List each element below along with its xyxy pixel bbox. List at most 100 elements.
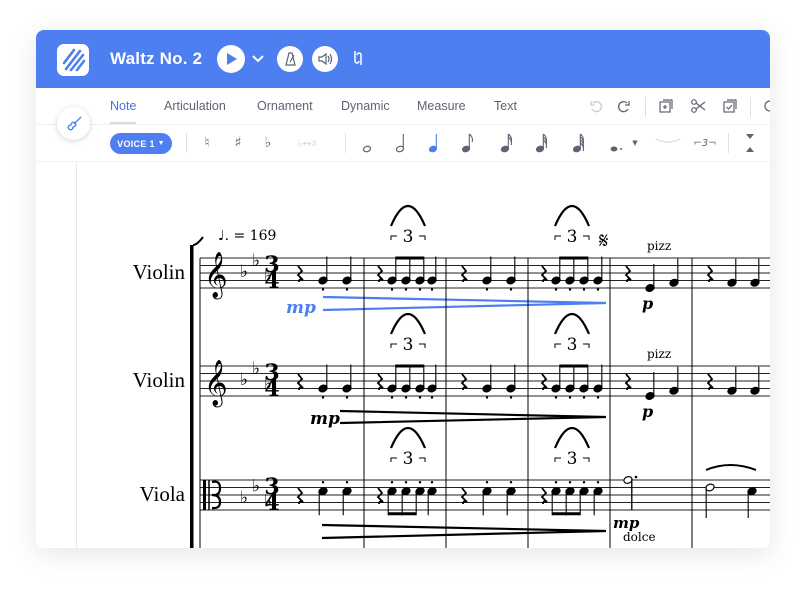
staccato-dot — [596, 288, 600, 291]
note[interactable] — [593, 364, 603, 399]
tuplet-slur — [553, 313, 591, 335]
note[interactable] — [482, 256, 492, 291]
note[interactable] — [579, 256, 589, 291]
score-canvas[interactable]: ♩. = 169 Violin Violin Viola mp mp mp do… — [36, 30, 770, 548]
quarter-rest-icon — [460, 265, 468, 283]
staccato-dot — [404, 396, 408, 399]
note[interactable] — [623, 475, 638, 510]
quarter-rest-icon — [624, 265, 632, 283]
dynamic-p[interactable]: p — [642, 402, 653, 421]
note[interactable] — [427, 256, 437, 291]
staff-label-violin-2[interactable]: Violin — [133, 368, 186, 392]
pizz-marking[interactable]: pizz — [647, 239, 671, 253]
staccato-dot — [596, 396, 600, 399]
quarter-rest-icon — [540, 373, 548, 391]
note[interactable] — [565, 256, 575, 291]
tuplet-number: 3 — [567, 449, 578, 469]
quarter-rest-icon — [624, 373, 632, 391]
dynamic-mp-selected[interactable]: mp — [286, 298, 316, 318]
staccato-dot — [321, 396, 325, 399]
staccato-dot — [554, 481, 558, 484]
note[interactable] — [506, 364, 516, 399]
tuplet-number: 3 — [567, 335, 578, 355]
beam — [388, 512, 417, 516]
pizz-marking[interactable]: pizz — [647, 347, 671, 361]
quarter-rest-icon — [706, 265, 714, 283]
tuplet-number: 3 — [567, 227, 578, 247]
flat-accidental: ♭ — [252, 251, 260, 271]
quarter-rest-icon — [296, 265, 304, 283]
note[interactable] — [593, 256, 603, 291]
treble-clef-icon: 𝄞 — [204, 252, 228, 300]
tuplet-slur — [389, 427, 427, 449]
staff-label-violin-1[interactable]: Violin — [133, 260, 186, 284]
staccato-dot — [582, 396, 586, 399]
tempo-marking[interactable]: ♩. = 169 — [218, 228, 276, 244]
staccato-dot — [509, 396, 513, 399]
staccato-dot — [596, 481, 600, 484]
time-signature-denominator: 4 — [264, 490, 279, 516]
quarter-rest-icon — [540, 265, 548, 283]
quarter-rest-icon — [376, 265, 384, 283]
segno-sign[interactable]: 𝄋 — [599, 229, 608, 254]
staccato-dot — [390, 481, 394, 484]
quarter-rest-icon — [706, 373, 714, 391]
quarter-rest-icon — [376, 487, 384, 505]
flat-accidental: ♭ — [240, 488, 248, 508]
note[interactable] — [318, 364, 328, 399]
augmentation-dot — [634, 475, 638, 479]
note[interactable] — [565, 364, 575, 399]
staccato-dot — [509, 481, 513, 484]
staccato-dot — [485, 288, 489, 291]
note[interactable] — [342, 256, 352, 291]
note[interactable] — [551, 364, 561, 399]
note[interactable] — [415, 256, 425, 291]
staccato-dot — [345, 396, 349, 399]
note[interactable] — [482, 364, 492, 399]
flat-accidental: ♭ — [252, 477, 260, 497]
note[interactable] — [318, 256, 328, 291]
staff-label-viola[interactable]: Viola — [140, 482, 186, 506]
staccato-dot — [554, 288, 558, 291]
note[interactable] — [387, 256, 397, 291]
staccato-dot — [430, 288, 434, 291]
staccato-dot — [418, 396, 422, 399]
staccato-dot — [345, 288, 349, 291]
staccato-dot — [390, 288, 394, 291]
note[interactable] — [579, 364, 589, 399]
note[interactable] — [645, 372, 655, 400]
staccato-dot — [430, 396, 434, 399]
note[interactable] — [551, 256, 561, 291]
note[interactable] — [401, 364, 411, 399]
decrescendo-hairpin — [322, 295, 607, 312]
tuplet-slur — [389, 205, 427, 227]
quarter-rest-icon — [376, 373, 384, 391]
staccato-dot — [321, 481, 325, 484]
staff-3: ♭♭♭343 3 — [200, 427, 770, 540]
decrescendo-hairpin — [339, 409, 607, 425]
flat-accidental: ♭ — [240, 262, 248, 282]
quarter-rest-icon — [296, 487, 304, 505]
note[interactable] — [401, 256, 411, 291]
beam — [559, 256, 588, 260]
bracket-hook — [192, 236, 204, 246]
note[interactable] — [387, 364, 397, 399]
note[interactable] — [427, 364, 437, 399]
expression-dolce[interactable]: dolce — [623, 530, 656, 544]
staccato-dot — [404, 481, 408, 484]
note[interactable] — [506, 256, 516, 291]
staccato-dot — [485, 481, 489, 484]
tuplet-number: 3 — [403, 227, 414, 247]
note[interactable] — [342, 364, 352, 399]
staccato-dot — [568, 288, 572, 291]
dynamic-mp[interactable]: mp — [310, 409, 340, 429]
staff-2: 𝄞 ♭♭♭343 3 — [200, 313, 770, 425]
note[interactable] — [415, 364, 425, 399]
treble-clef-icon: 𝄞 — [204, 360, 228, 408]
beam — [395, 256, 424, 260]
note[interactable] — [645, 264, 655, 292]
dynamic-p[interactable]: p — [642, 294, 653, 313]
note[interactable] — [705, 483, 715, 518]
staff-1: 𝄞 ♭♭♭343 3 — [200, 205, 770, 312]
alto-clef-icon — [203, 480, 206, 510]
